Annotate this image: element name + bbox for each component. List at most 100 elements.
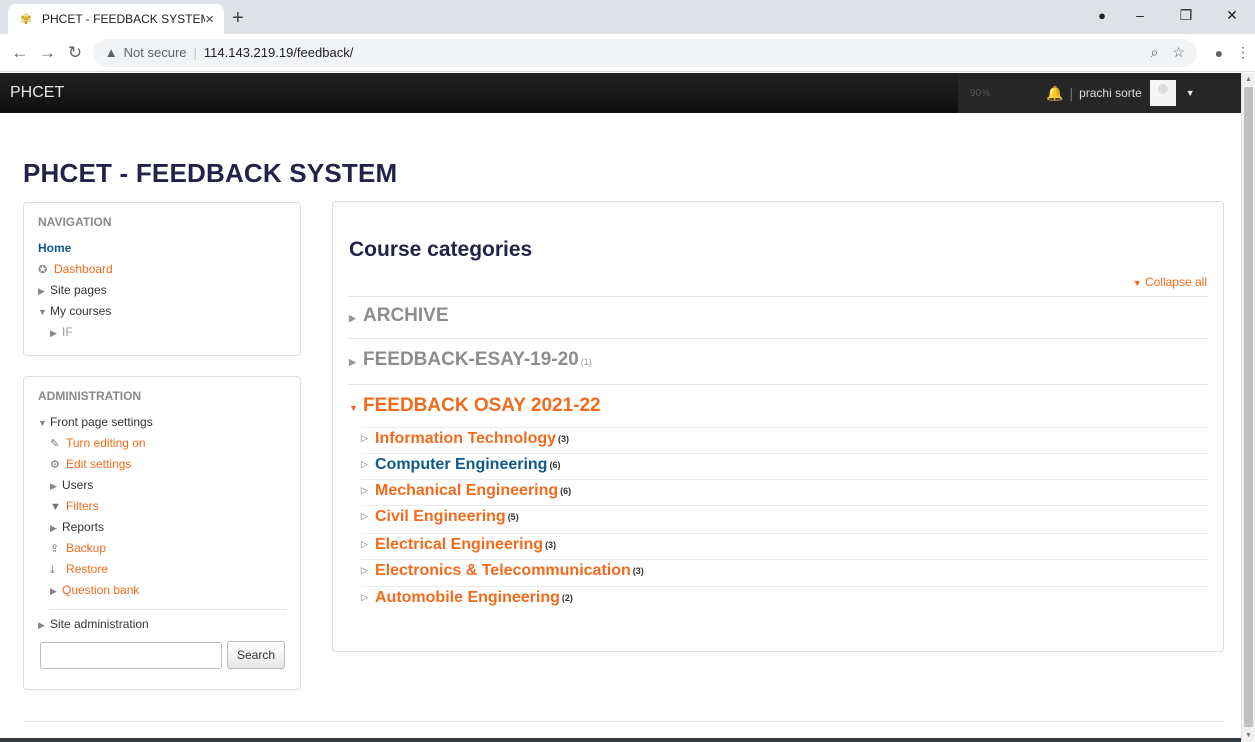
subcategory-name[interactable]: Electrical Engineering xyxy=(375,536,543,554)
triangle-down-icon[interactable]: ▼ xyxy=(38,302,50,323)
administration-block: ADMINISTRATION ▼ Front page settings ✎ Tur… xyxy=(23,376,301,690)
navbar-divider: | xyxy=(1069,85,1074,101)
security-label: Not secure xyxy=(123,45,187,60)
subcategory-name[interactable]: Automobile Engineering xyxy=(375,589,560,607)
notification-bell-icon[interactable]: 🔔 xyxy=(1046,85,1063,102)
site-pages-item[interactable]: Site pages xyxy=(50,283,107,297)
triangle-right-icon: ▷ xyxy=(361,539,368,549)
user-menu-area: 90% 🔔 | prachi sorte ▼ xyxy=(958,73,1241,113)
subcategory-name[interactable]: Civil Engineering xyxy=(375,508,506,526)
turn-editing-on-link[interactable]: Turn editing on xyxy=(66,436,146,450)
page-scrollbar[interactable]: ▲ ▼ xyxy=(1241,73,1255,742)
back-icon[interactable]: ← xyxy=(6,43,34,63)
scrollbar-thumb[interactable] xyxy=(1244,87,1253,727)
triangle-right-icon[interactable]: ▶ xyxy=(38,281,50,302)
download-icon: ⤓ xyxy=(50,564,55,576)
star-icon[interactable]: ☆ xyxy=(1172,44,1185,61)
forward-icon[interactable]: → xyxy=(34,43,62,63)
course-count: (6) xyxy=(560,485,572,496)
subcategory-name[interactable]: Information Technology xyxy=(375,430,556,448)
avatar[interactable] xyxy=(1149,80,1176,106)
scroll-up-icon[interactable]: ▲ xyxy=(1245,76,1252,83)
maximize-icon[interactable]: ❐ xyxy=(1163,7,1209,24)
administration-block-title: ADMINISTRATION xyxy=(38,389,142,403)
subcategory-name[interactable]: Electronics & Telecommunication xyxy=(375,562,631,580)
browser-profile-icon[interactable]: ● xyxy=(1087,8,1117,23)
category-link[interactable]: ▼ FEEDBACK OSAY 2021-22 xyxy=(349,395,1209,417)
users-item[interactable]: Users xyxy=(62,478,93,492)
collapse-all-link[interactable]: ▼ Collapse all xyxy=(1133,275,1207,289)
close-window-icon[interactable]: ✕ xyxy=(1209,7,1255,24)
triangle-right-icon: ▷ xyxy=(361,459,368,469)
admin-search-input[interactable] xyxy=(40,641,222,669)
subcategory-item[interactable]: ▷ Electronics & Telecommunication (3) xyxy=(361,559,1209,581)
profile-icon[interactable]: ● xyxy=(1207,45,1231,61)
subcategory-item[interactable]: ▷ Information Technology (3) xyxy=(361,427,1209,449)
minimize-icon[interactable]: – xyxy=(1117,7,1163,23)
window-controls: ● – ❐ ✕ xyxy=(1087,0,1255,30)
subcategory-name[interactable]: Mechanical Engineering xyxy=(375,482,558,500)
zoom-level: 90% xyxy=(970,87,991,99)
new-tab-icon[interactable]: + xyxy=(232,7,244,30)
footer-strip xyxy=(0,738,1241,742)
subcategory-item[interactable]: ▷ Automobile Engineering (2) xyxy=(361,586,1209,608)
triangle-right-icon[interactable]: ▶ xyxy=(50,518,62,539)
dashboard-link[interactable]: Dashboard xyxy=(54,262,113,276)
triangle-right-icon: ▷ xyxy=(361,433,368,443)
menu-icon[interactable]: ⋮ xyxy=(1231,44,1255,61)
site-navbar: PHCET 90% 🔔 | prachi sorte ▼ xyxy=(0,73,1241,113)
course-count: (3) xyxy=(632,565,644,576)
zoom-icon[interactable]: ⌕ xyxy=(1151,44,1159,61)
subcategory-item[interactable]: ▷ Civil Engineering (5) xyxy=(361,505,1209,527)
triangle-down-icon[interactable]: ▼ xyxy=(38,413,50,434)
gear-icon: ⚙ xyxy=(50,459,60,471)
triangle-right-icon[interactable]: ▶ xyxy=(50,581,62,602)
triangle-right-icon[interactable]: ▶ xyxy=(38,615,50,636)
url-text[interactable]: 114.143.219.19/feedback/ xyxy=(204,45,1137,60)
site-favicon-icon: ✾ xyxy=(20,11,32,27)
divider xyxy=(50,609,286,610)
subcategory-item[interactable]: ▷ Mechanical Engineering (6) xyxy=(361,479,1209,501)
search-button[interactable]: Search xyxy=(227,641,285,669)
home-link[interactable]: Home xyxy=(38,241,71,255)
course-if-item[interactable]: IF xyxy=(62,325,73,339)
brand-link[interactable]: PHCET xyxy=(10,84,64,102)
category-name: FEEDBACK OSAY 2021-22 xyxy=(363,395,601,416)
restore-link[interactable]: Restore xyxy=(66,562,108,576)
filters-link[interactable]: Filters xyxy=(66,499,99,513)
subcategory-item[interactable]: ▷ Computer Engineering (6) xyxy=(361,453,1209,475)
scroll-down-icon[interactable]: ▼ xyxy=(1245,732,1252,739)
admin-search-form: Search xyxy=(40,641,286,669)
user-menu-caret-icon[interactable]: ▼ xyxy=(1186,88,1195,98)
my-courses-item[interactable]: My courses xyxy=(50,304,111,318)
tab-close-icon[interactable]: × xyxy=(205,11,214,28)
subcategory-name[interactable]: Computer Engineering xyxy=(375,456,547,474)
address-separator: | xyxy=(193,45,197,60)
triangle-right-icon[interactable]: ▶ xyxy=(50,476,62,497)
triangle-down-icon: ▼ xyxy=(349,403,358,413)
triangle-right-icon: ▷ xyxy=(361,565,368,575)
front-page-settings-item[interactable]: Front page settings xyxy=(50,415,153,429)
navigation-block: NAVIGATION Home ✪ Dashboard ▶ Site pages ▼… xyxy=(23,202,301,356)
category-link[interactable]: ▶ FEEDBACK-ESAY-19-20 (1) xyxy=(349,349,1209,371)
category-link[interactable]: ▶ ARCHIVE xyxy=(349,305,1209,327)
triangle-right-icon: ▶ xyxy=(349,357,356,367)
question-bank-link[interactable]: Question bank xyxy=(62,583,139,597)
triangle-right-icon: ▷ xyxy=(361,511,368,521)
address-bar[interactable]: ▲ Not secure | 114.143.219.19/feedback/ … xyxy=(92,38,1197,67)
reports-item[interactable]: Reports xyxy=(62,520,104,534)
page-title: PHCET - FEEDBACK SYSTEM xyxy=(23,158,398,188)
reload-icon[interactable]: ↻ xyxy=(61,43,89,63)
triangle-right-icon: ▷ xyxy=(361,592,368,602)
backup-link[interactable]: Backup xyxy=(66,541,106,555)
edit-settings-link[interactable]: Edit settings xyxy=(66,457,131,471)
user-name[interactable]: prachi sorte xyxy=(1079,86,1142,100)
site-administration-item[interactable]: Site administration xyxy=(50,617,149,631)
navigation-block-title: NAVIGATION xyxy=(38,215,112,229)
collapse-all-label: Collapse all xyxy=(1144,275,1207,289)
category-name: FEEDBACK-ESAY-19-20 xyxy=(363,349,579,370)
subcategory-item[interactable]: ▷ Electrical Engineering (3) xyxy=(361,533,1209,555)
triangle-right-icon[interactable]: ▶ xyxy=(50,323,62,344)
course-categories-heading: Course categories xyxy=(349,238,533,261)
browser-tab[interactable]: ✾ PHCET - FEEDBACK SYSTEM × xyxy=(8,4,224,34)
